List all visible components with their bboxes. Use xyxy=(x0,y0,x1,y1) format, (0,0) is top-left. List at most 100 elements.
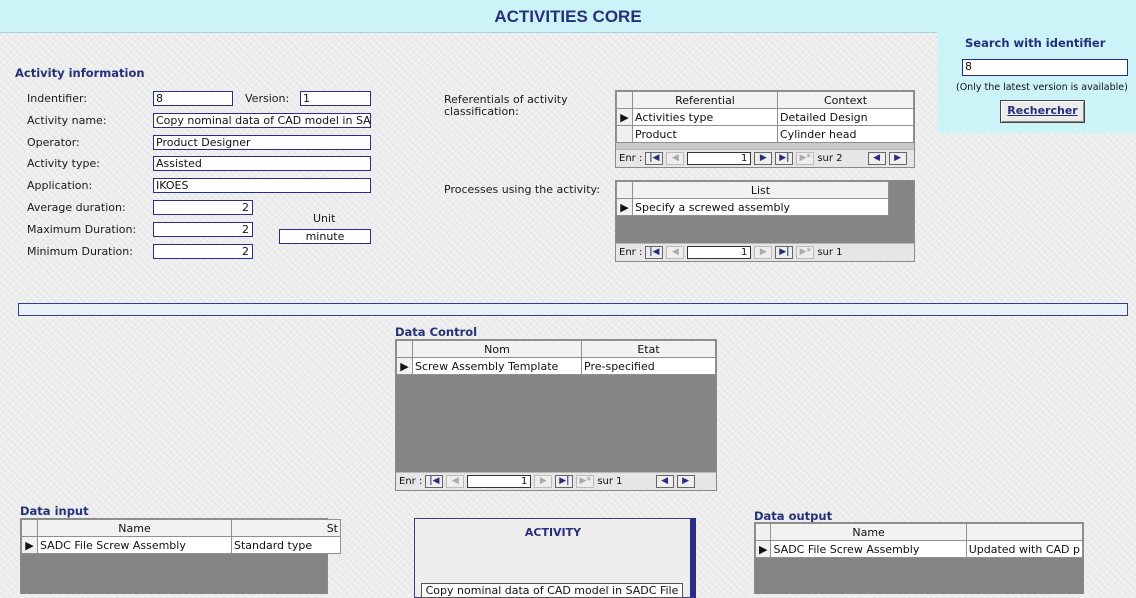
minimum-duration-label: Minimum Duration: xyxy=(27,245,133,258)
table-cell[interactable]: Updated with CAD p xyxy=(965,540,1084,558)
record-total: sur 1 xyxy=(817,247,843,258)
col-header-st[interactable]: St xyxy=(231,519,341,537)
data-output-title: Data output xyxy=(754,509,833,523)
table-cell[interactable]: SADC File Screw Assembly xyxy=(37,536,232,554)
application-field[interactable]: IKOES xyxy=(153,178,371,193)
version-label: Version: xyxy=(245,92,290,105)
col-header-name[interactable]: Name xyxy=(37,519,232,537)
col-header-etat[interactable]: Etat xyxy=(581,340,716,358)
record-position-input[interactable]: 1 xyxy=(467,475,532,488)
first-record-icon[interactable]: |◀ xyxy=(425,475,444,488)
processes-label: Processes using the activity: xyxy=(444,183,600,196)
table-cell[interactable]: Detailed Design xyxy=(777,108,914,126)
prev-record-icon[interactable]: ◀ xyxy=(666,246,685,259)
col-header-name[interactable]: Name xyxy=(770,523,967,541)
record-navigator: Enr : |◀ ◀ 1 ▶ ▶| ▶* sur 1 xyxy=(616,243,914,261)
next-record-icon[interactable]: ▶ xyxy=(754,246,773,259)
activity-box: ACTIVITY Copy nominal data of CAD model … xyxy=(414,518,696,598)
data-output-grid: Name ▶ SADC File Screw Assembly Updated … xyxy=(754,522,1084,594)
next-record-icon[interactable]: ▶ xyxy=(534,475,553,488)
data-control-grid: Nom Etat ▶ Screw Assembly Template Pre-s… xyxy=(395,339,717,491)
scroll-right-icon[interactable]: ▶ xyxy=(676,475,695,488)
search-title: Search with identifier xyxy=(965,36,1106,50)
scroll-right-icon[interactable]: ▶ xyxy=(888,152,907,165)
activity-name-field[interactable]: Copy nominal data of CAD model in SADC xyxy=(153,113,371,128)
row-selector-header xyxy=(616,181,633,199)
table-cell[interactable]: Screw Assembly Template xyxy=(412,357,582,375)
activity-box-text: Copy nominal data of CAD model in SADC F… xyxy=(421,583,683,598)
page-title: ACTIVITIES CORE xyxy=(494,7,642,26)
activity-type-field[interactable]: Assisted xyxy=(153,156,371,171)
new-record-icon[interactable]: ▶* xyxy=(796,246,815,259)
maximum-duration-field[interactable]: 2 xyxy=(153,222,253,237)
scroll-left-icon[interactable]: ◀ xyxy=(867,152,886,165)
activity-box-title: ACTIVITY xyxy=(524,526,582,539)
referentials-label: Referentials of activity classification: xyxy=(444,93,568,118)
identifier-field[interactable]: 8 xyxy=(153,91,233,106)
table-cell[interactable]: Standard type xyxy=(231,536,341,554)
data-control-title: Data Control xyxy=(395,325,478,339)
row-selector-header xyxy=(616,91,633,109)
row-selector-icon[interactable]: ▶ xyxy=(616,198,633,216)
version-field[interactable]: 1 xyxy=(300,91,371,106)
table-cell[interactable]: Product xyxy=(632,125,778,143)
table-cell[interactable]: Specify a screwed assembly xyxy=(632,198,889,216)
row-selector-icon[interactable]: ▶ xyxy=(616,108,633,126)
row-selector-icon[interactable]: ▶ xyxy=(754,540,772,558)
record-total: sur 2 xyxy=(817,153,843,164)
scroll-left-icon[interactable]: ◀ xyxy=(655,475,674,488)
unit-field[interactable]: minute xyxy=(279,229,371,244)
col-header-nom[interactable]: Nom xyxy=(412,340,582,358)
average-duration-label: Average duration: xyxy=(27,201,126,214)
average-duration-field[interactable]: 2 xyxy=(153,200,253,215)
col-header-list[interactable]: List xyxy=(632,181,889,199)
record-position-input[interactable]: 1 xyxy=(687,246,752,259)
row-selector[interactable] xyxy=(616,125,633,143)
section-divider xyxy=(18,303,1128,316)
new-record-icon[interactable]: ▶* xyxy=(576,475,595,488)
table-cell[interactable]: Pre-specified xyxy=(581,357,716,375)
search-note: (Only the latest version is available) xyxy=(956,82,1128,93)
identifier-label: Indentifier: xyxy=(27,92,88,105)
application-label: Application: xyxy=(27,179,93,192)
table-cell[interactable]: Cylinder head xyxy=(777,125,914,143)
data-input-title: Data input xyxy=(20,504,89,518)
last-record-icon[interactable]: ▶| xyxy=(775,152,794,165)
data-input-grid: Name St ▶ SADC File Screw Assembly Stand… xyxy=(20,518,341,594)
last-record-icon[interactable]: ▶| xyxy=(555,475,574,488)
row-selector-icon[interactable]: ▶ xyxy=(396,357,413,375)
record-position-input[interactable]: 1 xyxy=(687,152,752,165)
row-selector-header xyxy=(21,519,38,537)
first-record-icon[interactable]: |◀ xyxy=(645,152,664,165)
col-header-context[interactable]: Context xyxy=(777,91,914,109)
search-panel: Search with identifier 8 (Only the lates… xyxy=(937,28,1136,133)
minimum-duration-field[interactable]: 2 xyxy=(153,244,253,259)
table-cell[interactable]: Activities type xyxy=(632,108,778,126)
referentials-grid: Referential Context ▶ Activities type De… xyxy=(615,90,915,168)
activity-info-title: Activity information xyxy=(15,66,145,80)
record-total: sur 1 xyxy=(597,476,623,487)
col-header-referential[interactable]: Referential xyxy=(632,91,778,109)
next-record-icon[interactable]: ▶ xyxy=(754,152,773,165)
row-selector-header xyxy=(396,340,413,358)
activity-type-label: Activity type: xyxy=(27,157,100,170)
last-record-icon[interactable]: ▶| xyxy=(775,246,794,259)
prev-record-icon[interactable]: ◀ xyxy=(446,475,465,488)
nav-prefix: Enr : xyxy=(619,247,643,258)
record-navigator: Enr : |◀ ◀ 1 ▶ ▶| ▶* sur 2 ◀ ▶ xyxy=(616,149,914,167)
unit-label: Unit xyxy=(313,212,336,225)
processes-grid: List ▶ Specify a screwed assembly Enr : … xyxy=(615,180,915,262)
rechercher-button[interactable]: Rechercher xyxy=(1000,100,1085,123)
row-selector-icon[interactable]: ▶ xyxy=(21,536,38,554)
operator-field[interactable]: Product Designer xyxy=(153,135,371,150)
search-identifier-input[interactable]: 8 xyxy=(962,59,1128,76)
new-record-icon[interactable]: ▶* xyxy=(796,152,815,165)
record-navigator: Enr : |◀ ◀ 1 ▶ ▶| ▶* sur 1 ◀ ▶ xyxy=(396,472,716,490)
maximum-duration-label: Maximum Duration: xyxy=(27,223,137,236)
activity-name-label: Activity name: xyxy=(27,114,107,127)
first-record-icon[interactable]: |◀ xyxy=(645,246,664,259)
operator-label: Operator: xyxy=(27,136,80,149)
prev-record-icon[interactable]: ◀ xyxy=(666,152,685,165)
table-cell[interactable]: SADC File Screw Assembly xyxy=(770,540,967,558)
col-header-blank[interactable] xyxy=(965,523,1084,541)
